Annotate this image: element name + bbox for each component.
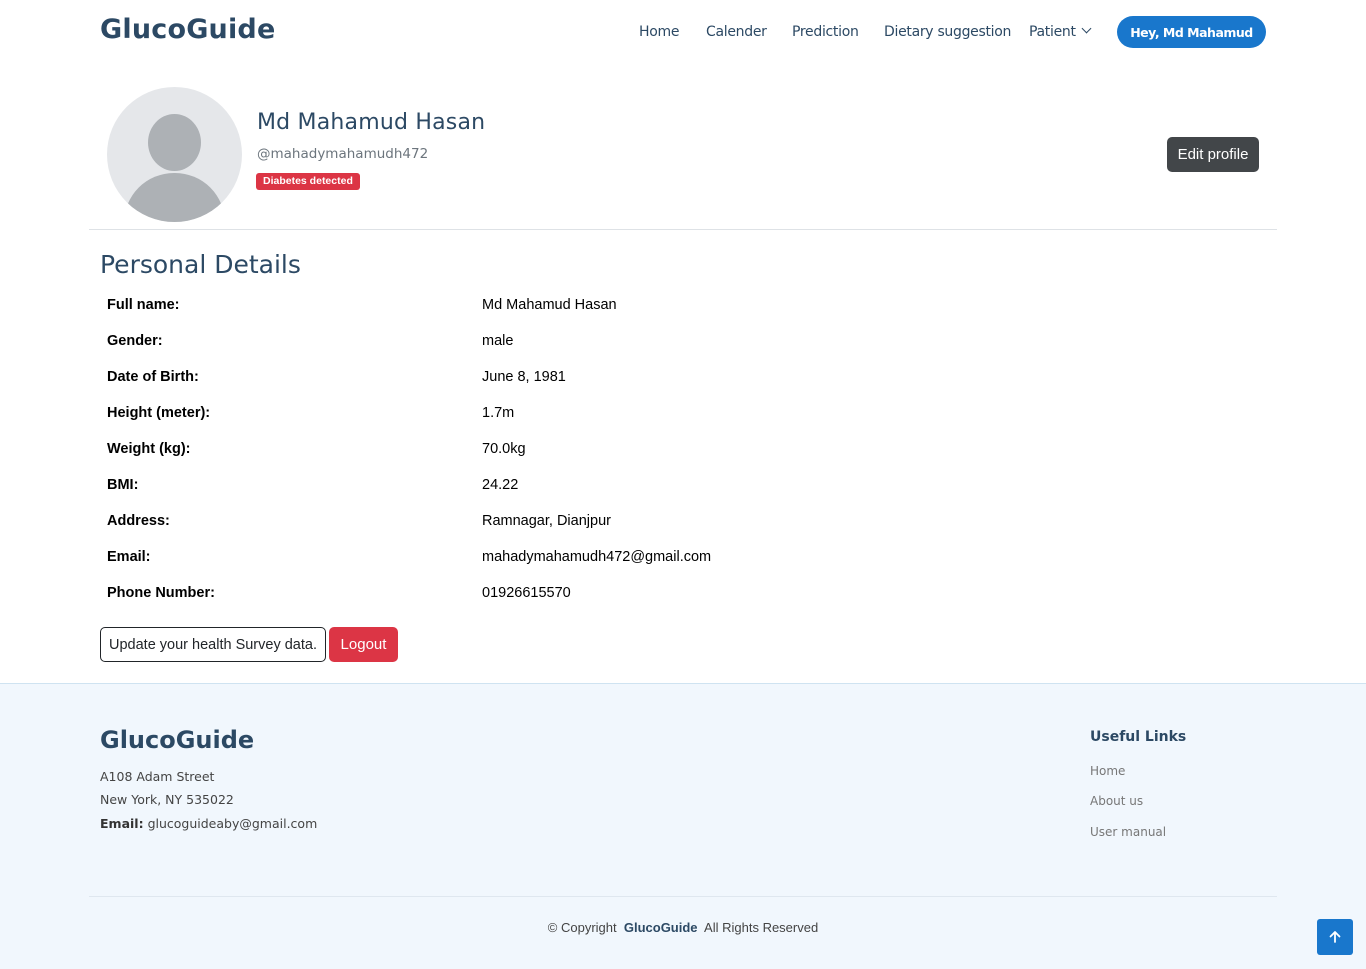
nav-patient-label: Patient [1029,24,1076,40]
copyright: © Copyright GlucoGuide All Rights Reserv… [0,920,1366,935]
nav-home[interactable]: Home [639,24,679,40]
divider [89,896,1277,897]
footer-address-line1: A108 Adam Street [100,769,215,784]
detail-value: 24.22 [482,477,519,493]
detail-row-gender: Gender: male [107,333,807,353]
copyright-brand: GlucoGuide [623,920,698,935]
footer-link-user-manual[interactable]: User manual [1090,825,1166,839]
update-survey-button[interactable]: Update your health Survey data. [100,627,326,662]
copyright-suffix: All Rights Reserved [704,920,819,935]
arrow-up-icon [1329,931,1341,943]
detail-row-phone: Phone Number: 01926615570 [107,585,807,605]
detail-row-height: Height (meter): 1.7m [107,405,807,425]
detail-value: male [482,333,514,349]
detail-row-weight: Weight (kg): 70.0kg [107,441,807,461]
user-avatar-icon [107,87,242,222]
detail-row-bmi: BMI: 24.22 [107,477,807,497]
detail-value: Md Mahamud Hasan [482,297,617,313]
profile-name: Md Mahamud Hasan [257,110,486,135]
detail-value: 1.7m [482,405,515,421]
detail-value: 70.0kg [482,441,526,457]
detail-row-address: Address: Ramnagar, Dianjpur [107,513,807,533]
site-header: GlucoGuide Home Calender Prediction Diet… [0,0,1366,64]
nav-patient-dropdown[interactable]: Patient [1029,23,1092,40]
footer-link-home[interactable]: Home [1090,764,1125,778]
copyright-prefix: © Copyright [547,920,617,935]
chevron-down-icon [1081,23,1092,34]
detail-label: BMI: [107,477,139,493]
detail-value: mahadymahamudh472@gmail.com [482,549,712,565]
detail-label: Phone Number: [107,585,215,601]
section-title: Personal Details [100,250,301,279]
detail-label: Height (meter): [107,405,211,421]
detail-row-full-name: Full name: Md Mahamud Hasan [107,297,807,317]
nav-calender[interactable]: Calender [706,24,767,40]
detail-label: Address: [107,513,170,529]
profile-username: @mahadymahamudh472 [257,146,429,162]
detail-label: Gender: [107,333,163,349]
detail-value: 01926615570 [482,585,571,601]
edit-profile-button[interactable]: Edit profile [1167,137,1259,172]
nav-prediction[interactable]: Prediction [792,24,859,40]
footer-address-line2: New York, NY 535022 [100,792,234,807]
detail-value: Ramnagar, Dianjpur [482,513,611,529]
footer-logo: GlucoGuide [100,726,255,754]
site-footer: GlucoGuide A108 Adam Street New York, NY… [0,683,1366,969]
logout-button[interactable]: Logout [329,627,398,662]
detail-label: Date of Birth: [107,369,199,385]
detail-label: Weight (kg): [107,441,191,457]
detail-row-dob: Date of Birth: June 8, 1981 [107,369,807,389]
footer-email: Email: glucoguideaby@gmail.com [100,816,317,831]
footer-email-label: Email: [100,816,144,831]
useful-links-title: Useful Links [1090,729,1187,745]
site-logo[interactable]: GlucoGuide [100,14,275,45]
nav-dietary-suggestion[interactable]: Dietary suggestion [884,24,1011,40]
user-account-button[interactable]: Hey, Md Mahamud [1117,16,1266,48]
footer-email-value: glucoguideaby@gmail.com [147,816,318,831]
detail-label: Full name: [107,297,180,313]
detail-value: June 8, 1981 [482,369,566,385]
detail-row-email: Email: mahadymahamudh472@gmail.com [107,549,807,569]
back-to-top-button[interactable] [1317,919,1353,955]
detail-label: Email: [107,549,151,565]
footer-link-about[interactable]: About us [1090,794,1143,808]
divider [89,229,1277,230]
status-badge: Diabetes detected [256,173,360,190]
